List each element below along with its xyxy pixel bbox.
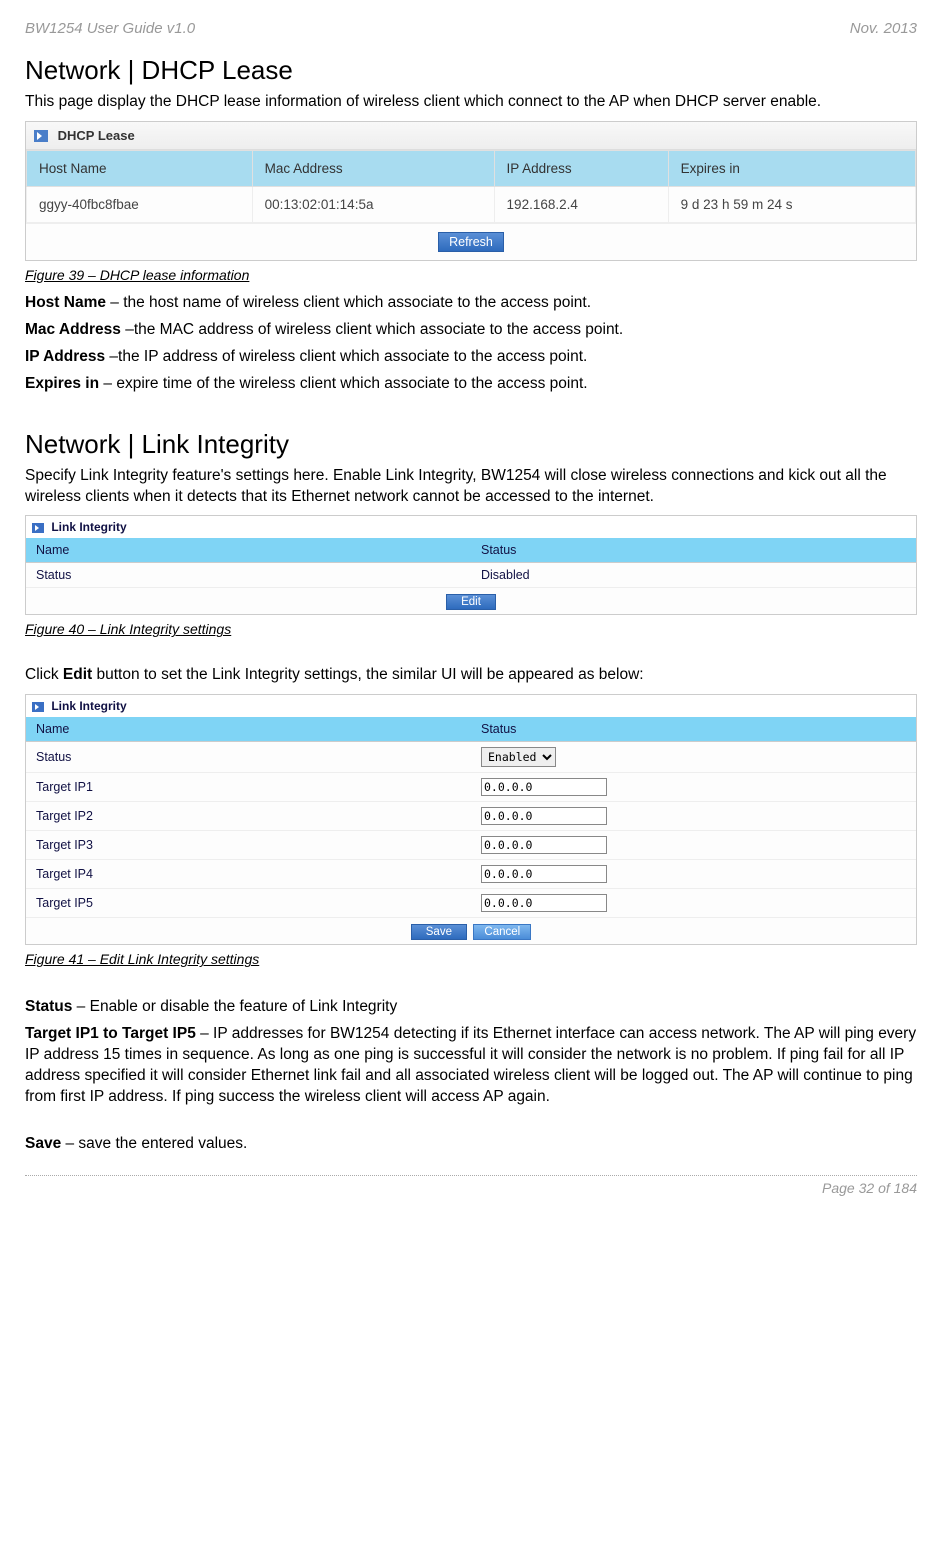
table-row: Target IP4 — [26, 860, 916, 889]
target-ip5-input[interactable] — [481, 894, 607, 912]
arrow-icon — [32, 702, 44, 712]
li-panel-title-2: Link Integrity — [26, 695, 916, 717]
refresh-row: Refresh — [26, 223, 916, 260]
col-expires: Expires in — [668, 150, 915, 186]
arrow-icon — [34, 130, 48, 142]
target-ip3-label: Target IP3 — [26, 831, 471, 860]
col-hostname: Host Name — [27, 150, 253, 186]
section-title-link-integrity: Network | Link Integrity — [25, 429, 917, 460]
col-mac: Mac Address — [252, 150, 494, 186]
li2-col-status: Status — [471, 717, 916, 742]
figure-39-caption: Figure 39 – DHCP lease information — [25, 267, 917, 283]
table-row: Target IP2 — [26, 802, 916, 831]
link-integrity-intro: Specify Link Integrity feature's setting… — [25, 466, 917, 508]
desc-hostname: Host Name – the host name of wireless cl… — [25, 293, 917, 314]
dhcp-table: Host Name Mac Address IP Address Expires… — [26, 150, 916, 223]
li-table-1: Name Status Status Disabled — [26, 538, 916, 588]
target-ip2-label: Target IP2 — [26, 802, 471, 831]
table-row: ggyy-40fbc8fbae 00:13:02:01:14:5a 192.16… — [27, 186, 916, 222]
dhcp-intro: This page display the DHCP lease informa… — [25, 92, 917, 113]
col-ip: IP Address — [494, 150, 668, 186]
target-ip4-label: Target IP4 — [26, 860, 471, 889]
target-ip1-label: Target IP1 — [26, 773, 471, 802]
cancel-button[interactable]: Cancel — [473, 924, 531, 940]
li-col-status: Status — [471, 538, 916, 563]
target-ip4-input[interactable] — [481, 865, 607, 883]
click-edit-text: Click Edit button to set the Link Integr… — [25, 665, 917, 686]
target-ip3-input[interactable] — [481, 836, 607, 854]
li-panel-title-text-1: Link Integrity — [51, 520, 126, 534]
save-button[interactable]: Save — [411, 924, 467, 940]
arrow-icon — [32, 523, 44, 533]
target-ip5-label: Target IP5 — [26, 889, 471, 918]
desc-mac: Mac Address –the MAC address of wireless… — [25, 320, 917, 341]
li-col-name: Name — [26, 538, 471, 563]
cell-mac: 00:13:02:01:14:5a — [252, 186, 494, 222]
figure-40-caption: Figure 40 – Link Integrity settings — [25, 621, 917, 637]
target-ip1-input[interactable] — [481, 778, 607, 796]
desc-save: Save – save the entered values. — [25, 1134, 917, 1155]
li-row-name: Status — [26, 563, 471, 588]
dhcp-panel-title-text: DHCP Lease — [58, 128, 135, 143]
dhcp-lease-panel: DHCP Lease Host Name Mac Address IP Addr… — [25, 121, 917, 261]
cell-exp: 9 d 23 h 59 m 24 s — [668, 186, 915, 222]
refresh-button[interactable]: Refresh — [438, 232, 504, 252]
header-right: Nov. 2013 — [850, 20, 917, 37]
li-panel-title-1: Link Integrity — [26, 516, 916, 538]
table-row: Status Disabled — [26, 563, 916, 588]
li-table-2: Name Status Status Enabled Target IP1 Ta… — [26, 717, 916, 918]
desc-target-ips: Target IP1 to Target IP5 – IP addresses … — [25, 1024, 917, 1108]
li-row-value: Disabled — [471, 563, 916, 588]
table-row: Target IP5 — [26, 889, 916, 918]
li2-status-label: Status — [26, 742, 471, 773]
status-select[interactable]: Enabled — [481, 747, 556, 767]
figure-41-caption: Figure 41 – Edit Link Integrity settings — [25, 951, 917, 967]
header-left: BW1254 User Guide v1.0 — [25, 20, 195, 37]
edit-btn-row: Edit — [26, 588, 916, 614]
dhcp-panel-title: DHCP Lease — [26, 122, 916, 150]
link-integrity-panel-1: Link Integrity Name Status Status Disabl… — [25, 515, 917, 615]
target-ip2-input[interactable] — [481, 807, 607, 825]
desc-status: Status – Enable or disable the feature o… — [25, 997, 917, 1018]
li2-col-name: Name — [26, 717, 471, 742]
cell-host: ggyy-40fbc8fbae — [27, 186, 253, 222]
page-footer: Page 32 of 184 — [25, 1175, 917, 1196]
table-row: Status Enabled — [26, 742, 916, 773]
edit-button[interactable]: Edit — [446, 594, 496, 610]
desc-ip: IP Address –the IP address of wireless c… — [25, 347, 917, 368]
desc-expires: Expires in – expire time of the wireless… — [25, 374, 917, 395]
li-panel-title-text-2: Link Integrity — [51, 699, 126, 713]
table-row: Target IP3 — [26, 831, 916, 860]
section-title-dhcp: Network | DHCP Lease — [25, 55, 917, 86]
save-cancel-row: Save Cancel — [26, 918, 916, 944]
page-header: BW1254 User Guide v1.0 Nov. 2013 — [25, 20, 917, 37]
link-integrity-panel-2: Link Integrity Name Status Status Enable… — [25, 694, 917, 945]
cell-ip: 192.168.2.4 — [494, 186, 668, 222]
table-row: Target IP1 — [26, 773, 916, 802]
